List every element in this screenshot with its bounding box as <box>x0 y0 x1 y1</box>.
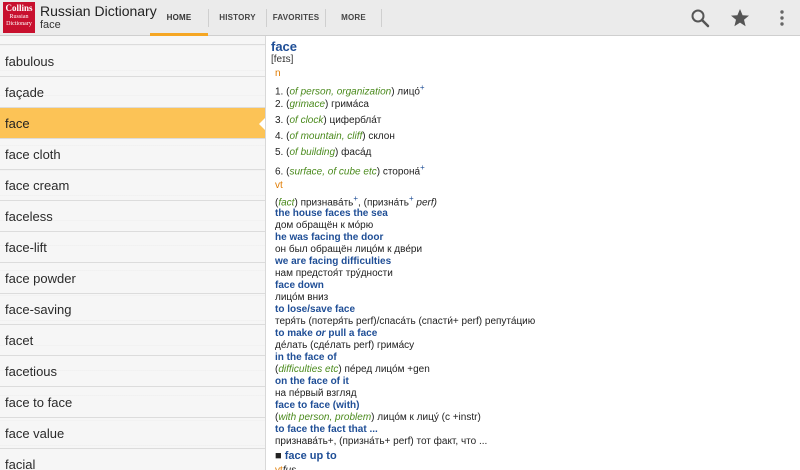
list-item[interactable]: face cream <box>0 170 265 201</box>
example-phrase: face down <box>275 280 324 291</box>
tab-favorites[interactable]: FAVORITES <box>267 0 325 36</box>
tab-history[interactable]: HISTORY <box>209 0 266 36</box>
example-translation: дом обращён к мо́рю <box>275 220 374 231</box>
sense-item: 5. (of building) фаса́д <box>275 147 372 158</box>
tab-divider <box>381 9 382 27</box>
tab-more[interactable]: MORE <box>326 0 381 36</box>
example-phrase: we are facing difficulties <box>275 256 392 267</box>
list-item[interactable]: facet <box>0 325 265 356</box>
example-phrase: to face the fact that ... <box>275 424 378 435</box>
subentry-heading: ■ face up to <box>275 450 337 462</box>
verb-sense: (fact) признава́ть+, (призна́ть+ perf) <box>275 194 437 209</box>
sense-item: 1. (of person, organization) лицо́+ <box>275 83 425 98</box>
example-phrase: to lose/save face <box>275 304 356 315</box>
example-phrase: in the face of <box>275 352 337 363</box>
list-item[interactable]: face-lift <box>0 232 265 263</box>
example-translation: на пе́рвый взгляд <box>275 388 357 399</box>
part-of-speech-verb: vt <box>275 180 283 191</box>
list-item[interactable]: facial <box>0 449 265 470</box>
list-item[interactable]: face value <box>0 418 265 449</box>
list-item[interactable]: fabulous <box>0 46 265 77</box>
pronunciation: [feɪs] <box>271 54 294 65</box>
star-icon[interactable] <box>728 6 752 30</box>
list-item[interactable]: faceless <box>0 201 265 232</box>
example-phrase: to make or pull a face <box>275 328 378 339</box>
example-phrase: on the face of it <box>275 376 349 387</box>
overflow-menu-icon[interactable] <box>770 6 794 30</box>
example-translation: он был обращён лицо́м к две́ри <box>275 244 423 255</box>
sense-item: 2. (grimace) грима́са <box>275 99 369 110</box>
app-title: Russian Dictionary <box>40 3 157 19</box>
word-list[interactable]: facile fashion fabulous façade face face… <box>0 36 266 470</box>
list-item[interactable]: façade <box>0 77 265 108</box>
example-translation: де́лать (сде́лать perf) грима́су <box>275 340 415 351</box>
list-item[interactable]: face cloth <box>0 139 265 170</box>
sense-item: 4. (of mountain, cliff) склон <box>275 131 395 142</box>
sense-item: 6. (surface, of cube etc) сторона́+ <box>275 163 425 178</box>
example-translation: (with person, problem) лицо́м к лицу́ (с… <box>275 412 481 423</box>
example-phrase: the house faces the sea <box>275 208 388 219</box>
list-item[interactable]: facile fashion <box>0 36 265 45</box>
list-item-selected[interactable]: face <box>0 108 265 139</box>
example-phrase: face to face (with) <box>275 400 360 411</box>
collins-logo: Collins Russian Dictionary <box>3 2 35 33</box>
headword: face <box>271 39 298 54</box>
example-translation: признава́ть+, (призна́ть+ perf) тот факт… <box>275 436 488 447</box>
list-item[interactable]: face-saving <box>0 294 265 325</box>
bullet: ■ <box>275 450 282 462</box>
list-item[interactable]: face to face <box>0 387 265 418</box>
current-word: face <box>40 19 61 31</box>
example-translation: лицо́м вниз <box>275 292 329 303</box>
sense-item: 3. (of clock) цифербла́т <box>275 115 382 126</box>
example-phrase: he was facing the door <box>275 232 384 243</box>
subentry-pos: vtfus <box>275 465 296 470</box>
tab-home[interactable]: HOME <box>150 0 208 36</box>
list-item[interactable]: facetious <box>0 356 265 387</box>
entry-pane[interactable]: face [feɪs] n 1. (of person, organizatio… <box>267 36 800 470</box>
example-translation: нам предстоя́т тру́дности <box>275 268 393 279</box>
list-item[interactable]: face powder <box>0 263 265 294</box>
search-icon[interactable] <box>688 6 712 30</box>
example-translation: (difficulties etc) пе́ред лицо́м +gen <box>275 364 430 375</box>
example-translation: теря́ть (потеря́ть perf)/спаса́ть (спаст… <box>275 316 536 327</box>
action-bar: Collins Russian Dictionary Russian Dicti… <box>0 0 800 36</box>
part-of-speech-noun: n <box>275 68 281 79</box>
